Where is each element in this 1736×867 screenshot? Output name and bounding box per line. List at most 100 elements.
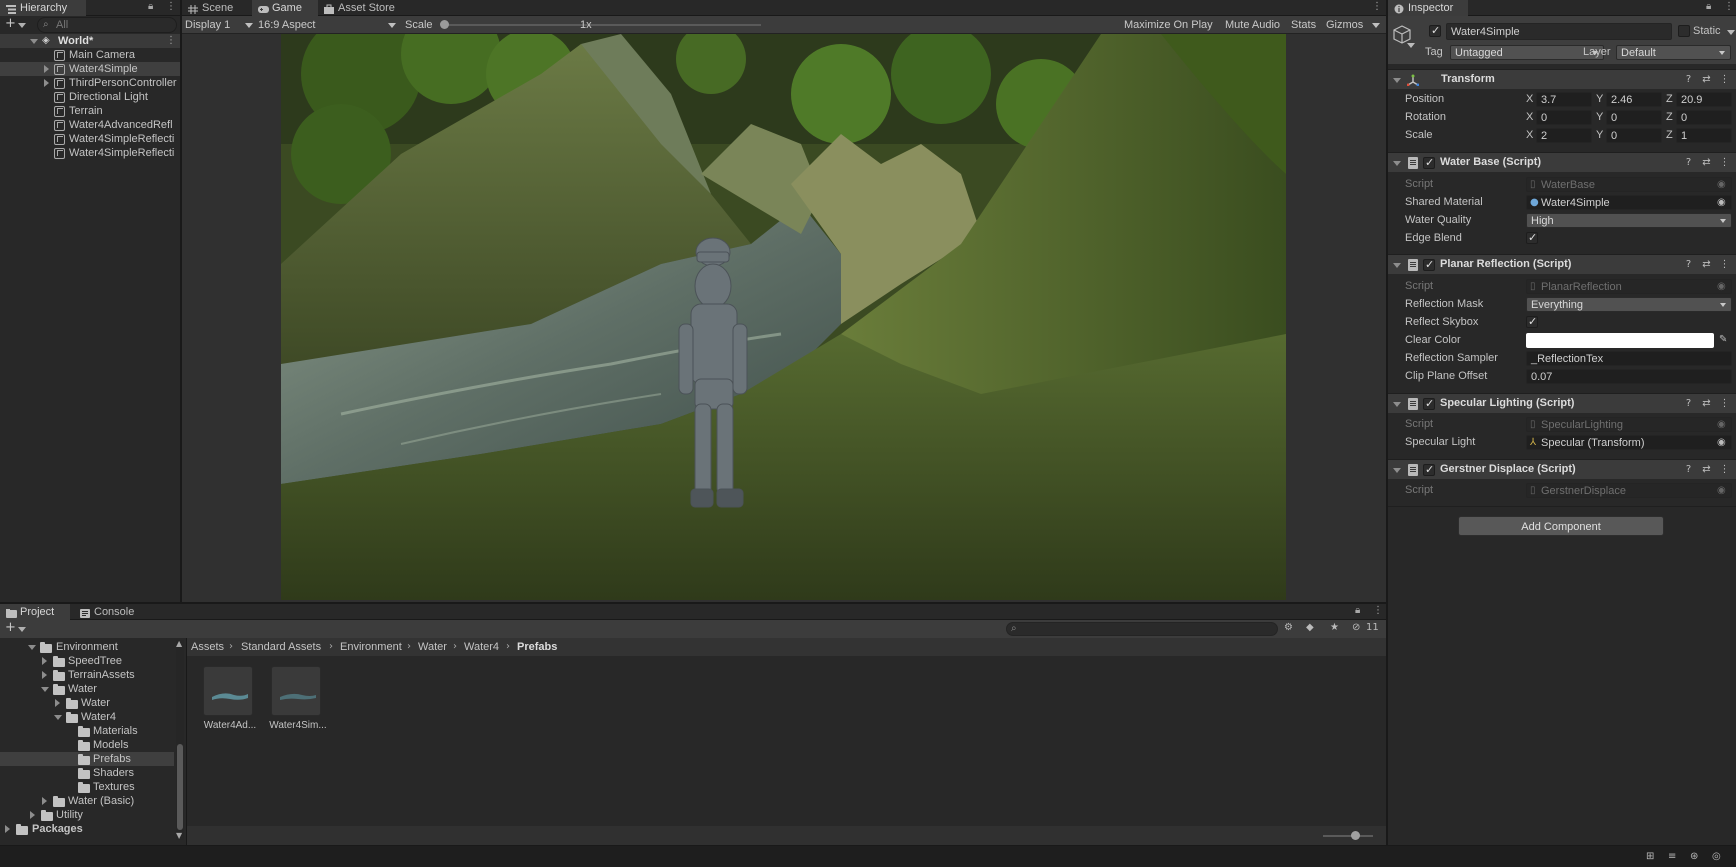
- more-menu-icon[interactable]: ⋮: [1372, 1, 1382, 13]
- hierarchy-item[interactable]: ThirdPersonController: [0, 76, 180, 90]
- aspect-dropdown[interactable]: 16:9 Aspect: [258, 17, 398, 33]
- clip-plane-offset-field[interactable]: 0.07: [1526, 369, 1732, 384]
- hierarchy-item[interactable]: Main Camera: [0, 48, 180, 62]
- tab-project[interactable]: Project: [0, 604, 70, 620]
- mute-audio-toggle[interactable]: Mute Audio: [1225, 17, 1280, 33]
- tree-item[interactable]: Shaders: [0, 766, 186, 780]
- position-z-field[interactable]: 20.9: [1676, 92, 1732, 107]
- project-search-input[interactable]: ⌕: [1006, 622, 1278, 636]
- add-icon[interactable]: +: [5, 621, 16, 634]
- tree-item[interactable]: Materials: [0, 724, 186, 738]
- hierarchy-item[interactable]: Water4SimpleReflecti: [0, 132, 180, 146]
- hierarchy-item[interactable]: Water4SimpleReflecti: [0, 146, 180, 160]
- reflect-skybox-checkbox[interactable]: [1526, 315, 1538, 328]
- help-icon[interactable]: ?: [1683, 157, 1694, 168]
- lock-icon[interactable]: 🔒︎: [1706, 1, 1711, 13]
- add-icon[interactable]: +: [5, 17, 16, 30]
- scale-z-field[interactable]: 1: [1676, 128, 1732, 143]
- hierarchy-item[interactable]: Water4AdvancedRefl: [0, 118, 180, 132]
- preset-icon[interactable]: ⇄: [1701, 157, 1712, 168]
- tab-asset-store[interactable]: Asset Store: [318, 0, 414, 16]
- tree-item[interactable]: Water (Basic): [0, 794, 186, 808]
- expand-arrow-icon[interactable]: [42, 797, 47, 805]
- active-toggle[interactable]: [1429, 24, 1441, 37]
- scale-slider-handle[interactable]: [440, 20, 449, 29]
- scroll-up-icon[interactable]: ▲: [176, 638, 182, 650]
- specular-light-field[interactable]: ⅄ Specular (Transform) ◉: [1526, 435, 1732, 450]
- scale-y-field[interactable]: 0: [1606, 128, 1662, 143]
- expand-arrow-icon[interactable]: [30, 811, 35, 819]
- expand-arrow-icon[interactable]: [44, 65, 49, 73]
- gizmos-dropdown[interactable]: Gizmos: [1326, 17, 1382, 33]
- layers-icon[interactable]: ≡: [1668, 851, 1676, 863]
- breadcrumb-item[interactable]: Environment: [340, 638, 402, 656]
- tree-item[interactable]: Water4: [0, 710, 186, 724]
- hierarchy-search-input[interactable]: ⌕ All: [37, 17, 177, 33]
- tree-item[interactable]: Environment: [0, 640, 186, 654]
- component-enabled-toggle[interactable]: [1423, 463, 1435, 476]
- breadcrumb-item[interactable]: Water: [418, 638, 447, 656]
- hierarchy-item[interactable]: Terrain: [0, 104, 180, 118]
- component-menu-icon[interactable]: ⋮: [1719, 74, 1730, 85]
- static-toggle[interactable]: [1678, 25, 1690, 37]
- water-quality-dropdown[interactable]: High: [1526, 213, 1732, 228]
- help-icon[interactable]: ?: [1683, 398, 1694, 409]
- object-name-field[interactable]: Water4Simple: [1446, 23, 1672, 40]
- foldout-arrow-icon[interactable]: [1393, 402, 1401, 407]
- help-icon[interactable]: ?: [1683, 259, 1694, 270]
- tree-scrollbar[interactable]: ▲ ▼: [176, 638, 184, 840]
- more-menu-icon[interactable]: ⋮: [1724, 1, 1734, 13]
- tree-item[interactable]: TerrainAssets: [0, 668, 186, 682]
- favorite-star-icon[interactable]: ★: [1330, 622, 1339, 634]
- expand-arrow-icon[interactable]: [54, 715, 62, 720]
- foldout-arrow-icon[interactable]: [1393, 263, 1401, 268]
- tag-dropdown[interactable]: Untagged: [1450, 45, 1604, 60]
- gerstner-displace-header[interactable]: Gerstner Displace (Script) ? ⇄ ⋮: [1388, 459, 1736, 479]
- component-menu-icon[interactable]: ⋮: [1719, 157, 1730, 168]
- specular-lighting-header[interactable]: Specular Lighting (Script) ? ⇄ ⋮: [1388, 393, 1736, 413]
- foldout-arrow-icon[interactable]: [1393, 161, 1401, 166]
- stats-toggle[interactable]: Stats: [1291, 17, 1316, 33]
- tab-scene[interactable]: Scene: [182, 0, 252, 16]
- tab-hierarchy[interactable]: Hierarchy: [0, 0, 86, 16]
- position-y-field[interactable]: 2.46: [1606, 92, 1662, 107]
- tree-item[interactable]: Packages: [0, 822, 186, 836]
- breadcrumb-item[interactable]: Water4: [464, 638, 499, 656]
- help-icon[interactable]: ?: [1683, 464, 1694, 475]
- object-picker-icon[interactable]: ◉: [1717, 197, 1726, 209]
- debug-icon[interactable]: ⊛: [1690, 851, 1698, 863]
- maximize-on-play-toggle[interactable]: Maximize On Play: [1124, 17, 1213, 33]
- cache-server-icon[interactable]: ◎: [1712, 851, 1721, 863]
- eyedropper-icon[interactable]: ✎: [1719, 334, 1727, 346]
- tab-console[interactable]: Console: [74, 604, 154, 620]
- tree-item[interactable]: Water: [0, 682, 186, 696]
- tree-item[interactable]: Utility: [0, 808, 186, 822]
- rotation-z-field[interactable]: 0: [1676, 110, 1732, 125]
- chevron-down-icon[interactable]: [1407, 43, 1415, 48]
- preset-icon[interactable]: ⇄: [1701, 398, 1712, 409]
- tree-item[interactable]: SpeedTree: [0, 654, 186, 668]
- preset-icon[interactable]: ⇄: [1701, 74, 1712, 85]
- foldout-arrow-icon[interactable]: [1393, 78, 1401, 83]
- hierarchy-item[interactable]: Directional Light: [0, 90, 180, 104]
- shared-material-field[interactable]: ● Water4Simple ◉: [1526, 195, 1732, 210]
- more-menu-icon[interactable]: ⋮: [1373, 605, 1383, 617]
- scale-slider[interactable]: [440, 20, 761, 29]
- expand-arrow-icon[interactable]: [44, 79, 49, 87]
- tree-item[interactable]: Models: [0, 738, 186, 752]
- object-picker-icon[interactable]: ◉: [1717, 437, 1726, 449]
- zoom-slider[interactable]: [1323, 831, 1373, 840]
- hidden-packages-icon[interactable]: ⊘: [1352, 622, 1360, 634]
- expand-arrow-icon[interactable]: [30, 39, 38, 44]
- rotation-x-field[interactable]: 0: [1536, 110, 1592, 125]
- rotation-y-field[interactable]: 0: [1606, 110, 1662, 125]
- edge-blend-checkbox[interactable]: [1526, 231, 1538, 244]
- water-base-header[interactable]: Water Base (Script) ? ⇄ ⋮: [1388, 152, 1736, 172]
- filter-by-type-icon[interactable]: ⚙: [1284, 622, 1293, 634]
- display-dropdown[interactable]: Display 1: [185, 17, 255, 33]
- add-component-button[interactable]: Add Component: [1458, 516, 1664, 536]
- zoom-slider-handle[interactable]: [1351, 831, 1360, 840]
- tree-item[interactable]: Water: [0, 696, 186, 710]
- hierarchy-item-selected[interactable]: Water4Simple: [0, 62, 180, 76]
- expand-arrow-icon[interactable]: [55, 699, 60, 707]
